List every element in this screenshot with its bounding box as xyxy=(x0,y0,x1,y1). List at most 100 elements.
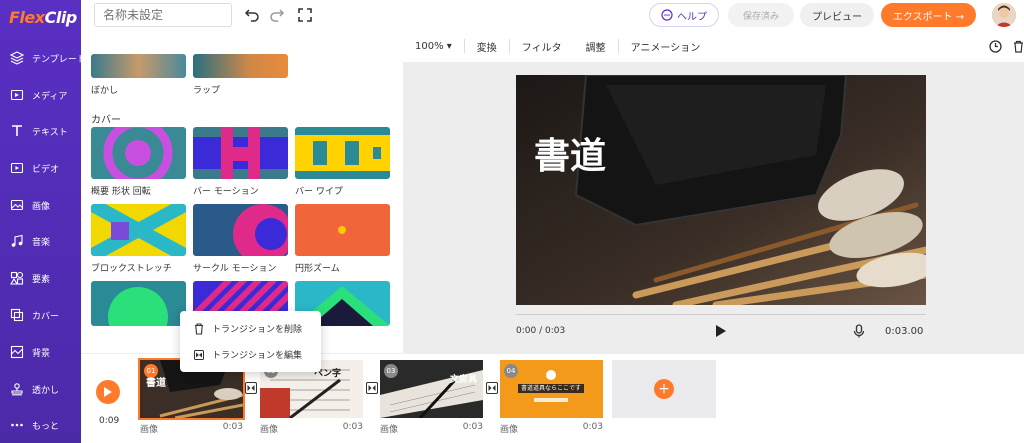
transition-label-blur: ぼかし xyxy=(91,86,119,96)
sidebar-item-watermark[interactable]: 透かし xyxy=(0,371,81,407)
transition-label: バー ワイプ xyxy=(295,187,343,197)
transition-icon xyxy=(194,349,204,360)
sidebar-item-music[interactable]: 音楽 xyxy=(0,223,81,259)
transition-thumb-block-stretch[interactable] xyxy=(91,204,186,256)
editor-toolbar: 100% ▾ 変換 フィルタ 調整 アニメーション xyxy=(403,30,1024,62)
avatar[interactable] xyxy=(992,3,1016,27)
sidebar-item-video[interactable]: ビデオ xyxy=(0,150,81,186)
transition-thumb-circle[interactable] xyxy=(91,281,186,326)
transition-thumb-shape-rotate[interactable] xyxy=(91,127,186,179)
timeline-clip-3[interactable]: 03 文房具 xyxy=(380,360,483,418)
sidebar-item-cover[interactable]: カバー xyxy=(0,297,81,333)
sidebar-item-label: 背景 xyxy=(32,348,51,359)
clip-number: 03 xyxy=(384,364,398,378)
tab-animation[interactable]: アニメーション xyxy=(619,39,713,54)
cover-section-title: カバー xyxy=(91,115,121,126)
transition-panel: ぼかし ラップ カバー 概要 形状 回転 バー モーション バー ワイプ ブロッ… xyxy=(81,30,403,353)
transition-label: サークル モーション xyxy=(193,264,277,274)
transition-label: 円形ズーム xyxy=(295,264,340,274)
video-icon xyxy=(10,161,24,175)
sidebar-item-label: 音楽 xyxy=(32,237,51,248)
export-button[interactable]: エクスポート → xyxy=(881,3,976,27)
sidebar-item-elements[interactable]: 要素 xyxy=(0,260,81,296)
transition-thumb-wrap[interactable] xyxy=(193,54,288,78)
tab-transform[interactable]: 変換 xyxy=(465,39,509,54)
clip-duration: 0:03 xyxy=(342,422,363,432)
delete-transition-menu-item[interactable]: トランジションを削除 xyxy=(194,322,302,335)
top-header: ヘルプ 保存済み プレビュー エクスポート → xyxy=(81,0,1024,30)
transition-label: 概要 形状 回転 xyxy=(91,187,151,197)
transition-thumb-bar-motion[interactable] xyxy=(193,127,288,179)
clip-meta: 画像 0:03 xyxy=(500,422,603,435)
transition-thumb-circle-zoom[interactable] xyxy=(295,204,390,256)
music-icon xyxy=(10,234,24,248)
project-name-input[interactable] xyxy=(94,3,232,27)
total-duration: 0:03.00 xyxy=(885,326,924,337)
sidebar-item-label: テンプレート xyxy=(32,54,86,65)
clip-meta: 画像 0:03 xyxy=(260,422,363,435)
plus-icon: + xyxy=(654,379,674,399)
sidebar-item-label: 透かし xyxy=(32,385,60,396)
app-logo[interactable]: FlexClip xyxy=(9,8,77,27)
tab-filter[interactable]: フィルタ xyxy=(510,39,574,54)
clip-meta: 画像 0:03 xyxy=(140,422,243,435)
zoom-value: 100% xyxy=(415,40,444,52)
sidebar-item-text[interactable]: テキスト xyxy=(0,113,81,149)
sidebar-item-background[interactable]: 背景 xyxy=(0,334,81,370)
edit-transition-label: トランジションを編集 xyxy=(212,351,303,361)
timeline-play-button[interactable] xyxy=(96,380,120,404)
sidebar-item-image[interactable]: 画像 xyxy=(0,187,81,223)
clip-caption: 書道道具ならここです xyxy=(520,385,581,392)
sidebar-item-more[interactable]: もっと xyxy=(0,407,81,443)
transition-button[interactable] xyxy=(486,382,498,394)
sidebar-item-label: 画像 xyxy=(32,201,51,212)
microphone-icon[interactable] xyxy=(853,324,865,338)
sidebar-item-label: もっと xyxy=(32,421,60,432)
image-icon xyxy=(10,198,24,212)
playback-progress[interactable] xyxy=(516,314,926,315)
fullscreen-icon[interactable] xyxy=(297,7,313,23)
timeline-total-time: 0:09 xyxy=(99,416,120,426)
sidebar: FlexClip テンプレート メディア テキスト ビデオ 画像 音楽 要素 カ… xyxy=(0,0,86,443)
clock-icon[interactable] xyxy=(989,40,1002,53)
cover-icon xyxy=(10,308,24,322)
trash-icon[interactable] xyxy=(1013,40,1024,53)
editor-area: 100% ▾ 変換 フィルタ 調整 アニメーション 書道 0:00 / 0:03… xyxy=(403,30,1024,353)
transition-button[interactable] xyxy=(366,382,378,394)
sidebar-item-templates[interactable]: テンプレート xyxy=(0,40,86,76)
text-icon xyxy=(10,124,24,138)
transition-thumb-bar-wipe[interactable] xyxy=(295,127,390,179)
undo-icon[interactable] xyxy=(244,7,260,23)
clip-caption: 文房具 xyxy=(449,375,477,385)
clip-duration: 0:03 xyxy=(582,422,603,432)
add-clip-button[interactable]: + xyxy=(612,360,716,418)
clip-duration: 0:03 xyxy=(222,422,243,432)
save-status-button[interactable]: 保存済み xyxy=(728,3,794,27)
transition-label: バー モーション xyxy=(193,187,259,197)
transition-icon xyxy=(368,385,376,391)
help-button[interactable]: ヘルプ xyxy=(649,3,719,27)
redo-icon[interactable] xyxy=(269,7,285,23)
edit-transition-menu-item[interactable]: トランジションを編集 xyxy=(194,348,302,361)
layers-icon xyxy=(10,51,24,65)
preview-canvas[interactable]: 書道 xyxy=(516,75,926,305)
elements-icon xyxy=(10,271,24,285)
transition-label-wrap: ラップ xyxy=(193,86,221,96)
play-icon xyxy=(104,387,112,397)
canvas-title-text[interactable]: 書道 xyxy=(534,127,606,179)
tab-adjust[interactable]: 調整 xyxy=(574,39,618,54)
timeline-clip-4[interactable]: 04 書道道具ならここです xyxy=(500,360,603,418)
transition-thumb-blur[interactable] xyxy=(91,54,186,78)
sidebar-item-media[interactable]: メディア xyxy=(0,77,81,113)
clip-type: 画像 xyxy=(500,425,519,435)
zoom-select[interactable]: 100% ▾ xyxy=(403,41,464,52)
play-icon[interactable] xyxy=(715,324,727,338)
transition-thumb-circle-motion[interactable] xyxy=(193,204,288,256)
clip-meta: 画像 0:03 xyxy=(380,422,483,435)
transition-button[interactable] xyxy=(245,382,257,394)
clip-duration: 0:03 xyxy=(462,422,483,432)
preview-button[interactable]: プレビュー xyxy=(800,3,874,27)
clip-type: 画像 xyxy=(380,425,399,435)
clip-type: 画像 xyxy=(140,425,159,435)
transition-label: ブロックストレッチ xyxy=(91,264,172,274)
